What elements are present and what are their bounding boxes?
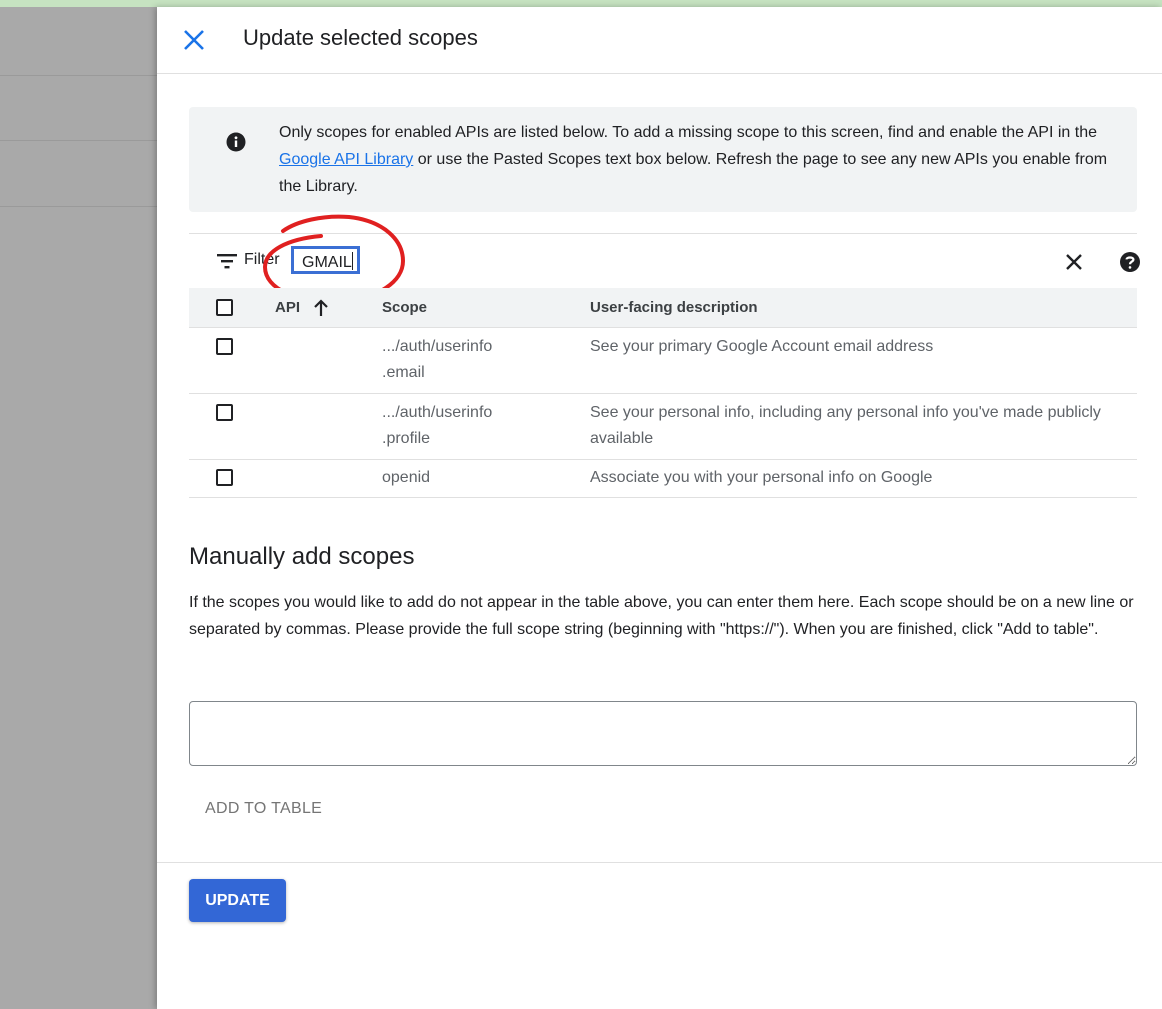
- table-header: API Scope User-facing description: [189, 288, 1137, 328]
- column-header-api[interactable]: API: [275, 299, 300, 316]
- scope-cell: .../auth/userinfo .profile: [382, 404, 493, 447]
- panel-header: Update selected scopes: [157, 7, 1162, 74]
- description-cell: See your primary Google Account email ad…: [590, 338, 934, 355]
- table-row: .../auth/userinfo .profile See your perso…: [189, 394, 1137, 460]
- manual-scopes-instructions: If the scopes you would like to add do n…: [189, 594, 1134, 638]
- panel-title: Update selected scopes: [243, 25, 478, 50]
- api-library-link[interactable]: Google API Library: [279, 151, 413, 168]
- select-all-checkbox[interactable]: [216, 299, 233, 316]
- sort-arrow-up-icon[interactable]: [313, 298, 329, 318]
- filter-icon: [217, 254, 237, 269]
- info-text: Only scopes for enabled APIs are listed …: [279, 119, 1119, 200]
- column-header-scope: Scope: [382, 299, 428, 316]
- table-row: .../auth/userinfo .email See your primary…: [189, 328, 1137, 394]
- table-row: openid Associate you with your personal …: [189, 460, 1137, 498]
- background-divider: [0, 206, 157, 207]
- column-header-description: User-facing description: [590, 299, 758, 316]
- row-checkbox[interactable]: [216, 404, 233, 421]
- text-caret: [351, 252, 353, 270]
- row-checkbox[interactable]: [216, 338, 233, 355]
- filter-label: Filter: [244, 251, 280, 268]
- clear-filter-icon[interactable]: [1064, 252, 1084, 272]
- scope-cell: .../auth/userinfo .email: [382, 338, 493, 381]
- filter-input[interactable]: GMAIL: [291, 246, 360, 274]
- background-divider: [0, 75, 157, 76]
- close-icon[interactable]: [181, 27, 207, 53]
- row-checkbox[interactable]: [216, 469, 233, 486]
- footer-divider: [157, 862, 1162, 863]
- description-cell: See your personal info, including any pe…: [590, 404, 1101, 447]
- background-divider: [0, 140, 157, 141]
- info-icon: [226, 132, 246, 152]
- scopes-table: API Scope User-facing description .../au…: [189, 288, 1137, 498]
- info-text-before: Only scopes for enabled APIs are listed …: [279, 124, 1097, 141]
- background-top-strip: [0, 0, 1162, 7]
- manual-scopes-heading: Manually add scopes: [189, 543, 415, 570]
- add-to-table-button[interactable]: ADD TO TABLE: [189, 791, 339, 827]
- update-button[interactable]: UPDATE: [189, 879, 286, 922]
- help-icon[interactable]: [1119, 251, 1141, 273]
- filter-bar: Filter GMAIL: [189, 233, 1140, 289]
- manual-scopes-textarea[interactable]: [189, 701, 1137, 766]
- info-banner: Only scopes for enabled APIs are listed …: [189, 107, 1137, 212]
- filter-input-value: GMAIL: [302, 254, 352, 271]
- description-cell: Associate you with your personal info on…: [590, 469, 933, 486]
- update-scopes-panel: Update selected scopes Only scopes for e…: [157, 7, 1162, 1009]
- scope-cell: openid: [382, 469, 431, 486]
